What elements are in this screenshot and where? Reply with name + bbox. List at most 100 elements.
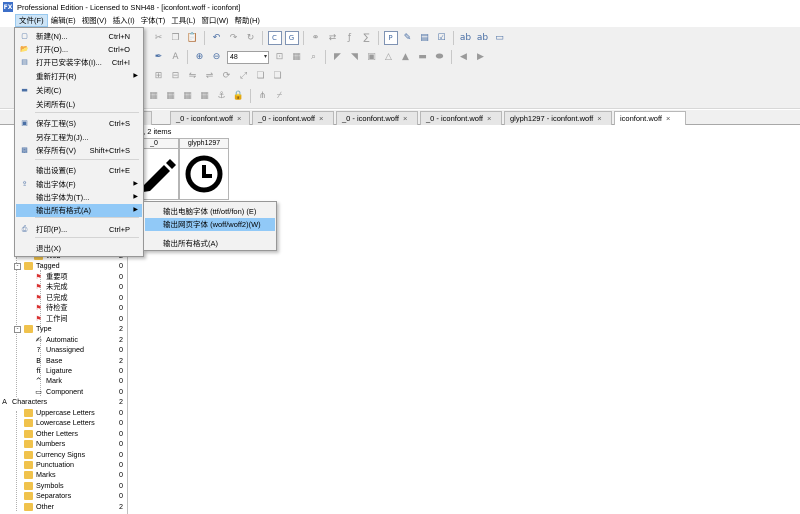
node-edit-icon[interactable]: ⌿ — [273, 89, 287, 103]
tree-item[interactable]: ✍ Automatic 2 — [0, 335, 127, 346]
export-all-formats-item[interactable]: 输出所有格式(A) — [145, 237, 275, 250]
close-icon[interactable]: × — [487, 114, 491, 123]
triangle-left-icon[interactable]: ◤ — [331, 50, 345, 64]
menu-font[interactable]: 字体(T) — [138, 14, 169, 27]
scale-icon[interactable]: ⤢ — [237, 69, 251, 83]
align-icon[interactable]: ⊞ — [152, 69, 166, 83]
export-desktop-font-item[interactable]: 输出电脑字体 (ttf/otf/fon) (E) — [145, 205, 275, 218]
tree-item[interactable]: ? Unassigned 0 — [0, 345, 127, 356]
tree-item[interactable]: ⚑ 未完成 0 — [0, 282, 127, 293]
tree-item[interactable]: Marks 0 — [0, 470, 127, 481]
next-icon[interactable]: ▶ — [474, 50, 488, 64]
close-icon[interactable]: × — [319, 114, 323, 123]
grid-d-icon[interactable]: ▦ — [181, 89, 195, 103]
distribute-icon[interactable]: ⊟ — [169, 69, 183, 83]
collapse-toggle-icon[interactable]: - — [14, 263, 21, 271]
menu-insert[interactable]: 插入(I) — [110, 14, 138, 27]
tree-item[interactable]: Punctuation 0 — [0, 460, 127, 471]
grid-b-icon[interactable]: ▦ — [147, 89, 161, 103]
file-menu-item[interactable]: ▩ 保存所有(V) Shift+Ctrl+S — [16, 144, 142, 157]
tree-item[interactable]: Separators 0 — [0, 491, 127, 502]
file-menu-item[interactable]: 重新打开(R) ▶ — [16, 70, 142, 83]
file-menu-item[interactable]: 另存工程为(J)... — [16, 131, 142, 144]
tree-item[interactable]: ⚑ 工作间 0 — [0, 314, 127, 325]
close-icon[interactable]: × — [403, 114, 407, 123]
tree-item[interactable]: Other 2 — [0, 502, 127, 513]
image-icon[interactable]: ▣ — [365, 50, 379, 64]
redo-icon[interactable]: ↷ — [227, 31, 241, 45]
file-menu-item[interactable]: 输出设置(E) Ctrl+E — [16, 164, 142, 177]
tab-2[interactable]: _0 - iconfont.woff × — [252, 111, 334, 125]
file-menu-item[interactable]: ▣ 保存工程(S) Ctrl+S — [16, 117, 142, 130]
paste-icon[interactable]: 📋 — [186, 31, 200, 45]
glyph-cell-clock[interactable]: glyph1297 — [179, 138, 229, 200]
triangle-right-icon[interactable]: ◥ — [348, 50, 362, 64]
grid-e-icon[interactable]: ▦ — [198, 89, 212, 103]
file-menu-item[interactable]: ▢ 新建(N)... Ctrl+N — [16, 30, 142, 43]
glyph-c-icon[interactable]: C — [267, 31, 282, 45]
tree-item[interactable]: - Type 2 — [0, 324, 127, 335]
preview-icon[interactable]: ▭ — [493, 31, 507, 45]
properties-icon[interactable]: P — [383, 31, 398, 45]
edit-props-icon[interactable]: ✎ — [401, 31, 415, 45]
tree-item[interactable]: ^ Mark 0 — [0, 376, 127, 387]
group-icon[interactable]: ❏ — [254, 69, 268, 83]
test-icon[interactable]: ▤ — [418, 31, 432, 45]
anchor-icon[interactable]: ⚓ — [215, 89, 229, 103]
cut-icon[interactable]: ✂ — [152, 31, 166, 45]
node-icon[interactable]: ⋔ — [256, 89, 270, 103]
tab-1[interactable]: _0 - iconfont.woff × — [170, 111, 250, 125]
tab-3[interactable]: _0 - iconfont.woff × — [336, 111, 418, 125]
search-icon[interactable]: ⌕ — [307, 50, 321, 64]
rotate-icon[interactable]: ⟳ — [220, 69, 234, 83]
mirror-icon[interactable]: ⇌ — [203, 69, 217, 83]
file-menu-item[interactable]: 📂 打开(O)... Ctrl+O — [16, 43, 142, 56]
prev-icon[interactable]: ◀ — [457, 50, 471, 64]
menu-window[interactable]: 窗口(W) — [198, 14, 231, 27]
file-menu-item[interactable]: 退出(X) — [16, 242, 142, 255]
menu-tools[interactable]: 工具(L) — [168, 14, 198, 27]
close-icon[interactable]: × — [666, 114, 670, 123]
glyph-g-icon[interactable]: G — [284, 31, 299, 45]
close-icon[interactable]: × — [597, 114, 601, 123]
tree-item[interactable]: ⚑ 重要项 0 — [0, 272, 127, 283]
tree-item[interactable]: Lowercase Letters 0 — [0, 418, 127, 429]
grid-icon[interactable]: ▦ — [290, 50, 304, 64]
validate-icon[interactable]: ☑ — [435, 31, 449, 45]
file-menu-item[interactable]: ▤ 打开已安装字体(I)... Ctrl+I — [16, 56, 142, 69]
collapse-toggle-icon[interactable]: - — [14, 326, 21, 334]
flip-icon[interactable]: ⇋ — [186, 69, 200, 83]
tree-item[interactable]: Uppercase Letters 0 — [0, 408, 127, 419]
tree-item[interactable]: ▭ Component 0 — [0, 387, 127, 398]
file-menu-item[interactable]: ▬ 关闭(C) — [16, 84, 142, 97]
tree-item[interactable]: ⚑ 待检查 0 — [0, 303, 127, 314]
menu-view[interactable]: 视图(V) — [79, 14, 110, 27]
swap-icon[interactable]: ⇄ — [326, 31, 340, 45]
formula-icon[interactable]: ∑ — [360, 31, 374, 45]
tab-4[interactable]: _0 - iconfont.woff × — [420, 111, 502, 125]
tree-item[interactable]: fi Ligature 0 — [0, 366, 127, 377]
menu-help[interactable]: 帮助(H) — [232, 14, 263, 27]
export-web-font-item[interactable]: 输出网页字体 (woff/woff2)(W) — [145, 218, 275, 231]
menu-file[interactable]: 文件(F) — [15, 14, 48, 27]
tree-item[interactable]: Other Letters 0 — [0, 429, 127, 440]
refresh-icon[interactable]: ↻ — [244, 31, 258, 45]
ab-compare-icon[interactable]: ab — [459, 31, 473, 45]
tab-5[interactable]: glyph1297 - iconfont.woff × — [504, 111, 612, 125]
ellipse-icon[interactable]: ⬬ — [433, 50, 447, 64]
function-icon[interactable]: ƒ — [343, 31, 357, 45]
copy-icon[interactable]: ❐ — [169, 31, 183, 45]
menu-edit[interactable]: 编辑(E) — [48, 14, 79, 27]
link-icon[interactable]: ⚭ — [309, 31, 323, 45]
close-icon[interactable]: × — [237, 114, 241, 123]
tree-item[interactable]: Symbols 0 — [0, 481, 127, 492]
rect-icon[interactable]: ▬ — [416, 50, 430, 64]
zoom-out-icon[interactable]: ⊖ — [210, 50, 224, 64]
zoom-in-icon[interactable]: ⊕ — [193, 50, 207, 64]
ungroup-icon[interactable]: ❑ — [271, 69, 285, 83]
text-tool-icon[interactable]: A — [169, 50, 183, 64]
tree-item[interactable]: Numbers 0 — [0, 439, 127, 450]
tab-6[interactable]: iconfont.woff × — [614, 111, 686, 125]
grid-c-icon[interactable]: ▦ — [164, 89, 178, 103]
file-menu-item[interactable]: ⇪ 输出字体(F) ▶ — [16, 178, 142, 191]
